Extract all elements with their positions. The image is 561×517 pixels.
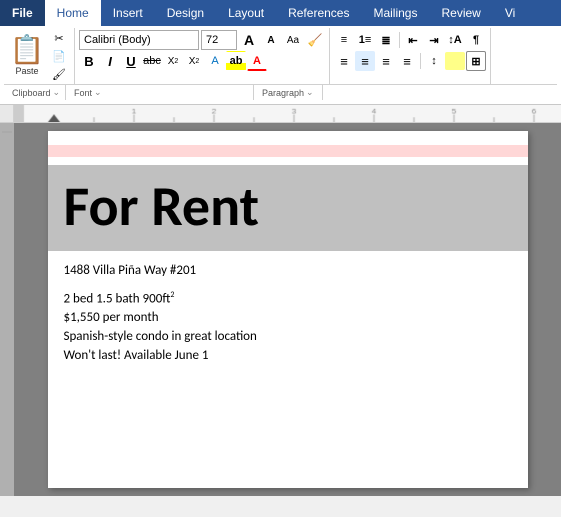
left-bar <box>0 123 14 496</box>
ribbon: 📋 Paste ✂ 📄 🖌 A A Aa 🧹 B I <box>0 26 561 105</box>
ruler-row <box>0 105 561 123</box>
decrease-indent-button[interactable]: ⇤ <box>403 30 423 50</box>
font-group: A A Aa 🧹 B I U abc X2 X2 A ab A <box>75 28 330 84</box>
clipboard-group: 📋 Paste ✂ 📄 🖌 <box>4 28 75 84</box>
availability-line: Won't last! Available June 1 <box>64 346 512 365</box>
cut-button[interactable]: ✂ <box>48 30 70 46</box>
tab-home[interactable]: Home <box>45 0 101 26</box>
text-effects-button[interactable]: A <box>205 51 225 71</box>
shading-button[interactable] <box>445 52 465 70</box>
paste-button[interactable]: 📋 Paste <box>8 31 46 81</box>
format-buttons-row: B I U abc X2 X2 A ab A <box>79 51 325 71</box>
font-size-input[interactable] <box>201 30 237 50</box>
show-formatting-button[interactable]: ¶ <box>466 30 486 50</box>
clear-formatting-button[interactable]: 🧹 <box>305 30 325 50</box>
cut-copy-format: ✂ 📄 🖌 <box>48 30 70 82</box>
highlight-bar <box>48 145 528 157</box>
tab-layout[interactable]: Layout <box>216 0 276 26</box>
font-selector-row: A A Aa 🧹 <box>79 30 325 50</box>
paragraph-group: ≡ 1≡ ≣ ⇤ ⇥ ↕A ¶ ≡ ≡ ≡ ≡ ↕ ⊞ <box>330 28 491 84</box>
align-center-button[interactable]: ≡ <box>355 51 375 71</box>
ruler-canvas <box>14 105 561 122</box>
tab-insert[interactable]: Insert <box>101 0 155 26</box>
tab-file[interactable]: File <box>0 0 45 26</box>
strikethrough-button[interactable]: abc <box>142 51 162 71</box>
tab-references[interactable]: References <box>276 0 361 26</box>
doc-background[interactable]: For Rent 1488 Villa Piña Way #201 2 bed … <box>14 123 561 496</box>
for-rent-heading: For Rent <box>64 177 260 239</box>
document-body: 1488 Villa Piña Way #201 2 bed 1.5 bath … <box>48 261 528 365</box>
clipboard-label: Clipboard ⌄ <box>4 85 66 100</box>
group-labels-row: Clipboard ⌄ Font ⌄ Paragraph ⌄ <box>4 84 557 100</box>
paragraph-label: Paragraph ⌄ <box>254 85 323 100</box>
address-line: 1488 Villa Piña Way #201 <box>64 261 512 280</box>
underline-button[interactable]: U <box>121 51 141 71</box>
superscript-button[interactable]: X2 <box>184 51 204 71</box>
left-bar-marker <box>2 131 12 133</box>
line-spacing-button[interactable]: ↕ <box>424 51 444 71</box>
description-line: Spanish-style condo in great location <box>64 327 512 346</box>
align-left-button[interactable]: ≡ <box>334 51 354 71</box>
italic-button[interactable]: I <box>100 51 120 71</box>
list-buttons-row: ≡ 1≡ ≣ ⇤ ⇥ ↕A ¶ <box>334 30 486 50</box>
tab-design[interactable]: Design <box>155 0 216 26</box>
increase-indent-button[interactable]: ⇥ <box>424 30 444 50</box>
multilevel-list-button[interactable]: ≣ <box>376 30 396 50</box>
paste-icon: 📋 <box>10 36 45 64</box>
tab-mailings[interactable]: Mailings <box>361 0 429 26</box>
sort-button[interactable]: ↕A <box>445 30 465 50</box>
change-case-button[interactable]: Aa <box>283 30 303 50</box>
document-page: For Rent 1488 Villa Piña Way #201 2 bed … <box>48 131 528 488</box>
ruler <box>14 105 561 123</box>
subscript-button[interactable]: X2 <box>163 51 183 71</box>
font-label: Font ⌄ <box>66 85 254 100</box>
bed-bath-line: 2 bed 1.5 bath 900ft2 <box>64 288 512 308</box>
doc-area-wrapper: For Rent 1488 Villa Piña Way #201 2 bed … <box>0 123 561 496</box>
ruler-corner <box>0 105 14 123</box>
font-color-button[interactable]: A <box>247 51 267 71</box>
justify-button[interactable]: ≡ <box>397 51 417 71</box>
price-line: $1,550 per month <box>64 308 512 327</box>
format-painter-button[interactable]: 🖌 <box>48 66 70 82</box>
font-name-input[interactable] <box>79 30 199 50</box>
borders-button[interactable]: ⊞ <box>466 51 486 71</box>
alignment-buttons-row: ≡ ≡ ≡ ≡ ↕ ⊞ <box>334 51 486 71</box>
bold-button[interactable]: B <box>79 51 99 71</box>
increase-font-button[interactable]: A <box>239 30 259 50</box>
copy-button[interactable]: 📄 <box>48 48 70 64</box>
bullets-button[interactable]: ≡ <box>334 30 354 50</box>
decrease-font-button[interactable]: A <box>261 30 281 50</box>
for-rent-section: For Rent <box>48 165 528 251</box>
tab-view[interactable]: Vi <box>493 0 527 26</box>
highlight-color-button[interactable]: ab <box>226 51 246 71</box>
ribbon-tabs: File Home Insert Design Layout Reference… <box>0 0 561 26</box>
tab-review[interactable]: Review <box>429 0 492 26</box>
numbering-button[interactable]: 1≡ <box>355 30 375 50</box>
align-right-button[interactable]: ≡ <box>376 51 396 71</box>
